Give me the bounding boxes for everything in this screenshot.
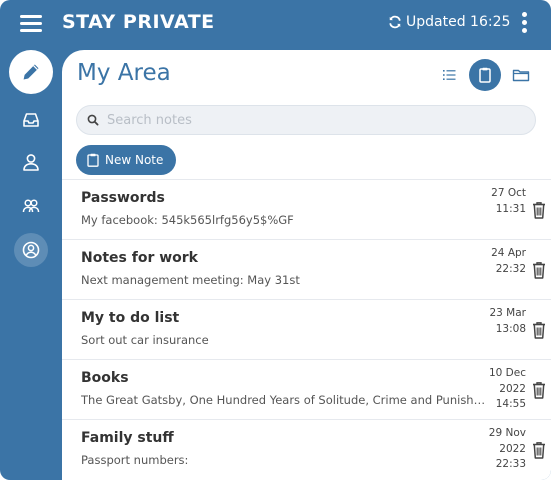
sidebar-item-profile[interactable] [14,145,48,179]
note-date: 23 Mar 13:08 [486,306,526,337]
note-date-line: 13:08 [495,322,526,335]
group-icon [22,199,40,213]
notes-view-button[interactable] [469,59,501,91]
note-date-line: 29 Nov [488,427,526,439]
new-note-button[interactable]: New Note [76,145,177,175]
note-item[interactable]: Books The Great Gatsby, One Hundred Year… [62,359,551,419]
note-date-line: 2022 [499,382,526,395]
top-bar: STAY PRIVATE Updated 16:25 [0,0,551,46]
sync-status[interactable]: Updated 16:25 [388,14,510,30]
trash-icon[interactable] [530,380,548,400]
list-view-button[interactable] [433,59,465,91]
note-date-line: 22:32 [495,262,526,275]
note-title: Books [81,370,129,386]
app-title: STAY PRIVATE [62,11,215,33]
trash-icon[interactable] [530,320,548,340]
note-date: 27 Oct 11:31 [486,186,526,217]
note-date-line: 14:55 [495,398,526,410]
clipboard-icon [87,153,99,167]
note-date-line: 27 Oct [491,187,526,199]
note-preview: The Great Gatsby, One Hundred Years of S… [81,393,486,407]
search-input[interactable] [107,112,507,128]
note-date: 10 Dec 2022 14:55 [486,366,526,413]
note-title: My to do list [81,310,180,326]
search-bar [76,105,536,135]
note-item[interactable]: My to do list Sort out car insurance 23 … [62,299,551,359]
trash-icon[interactable] [530,440,548,460]
note-date-line: 22:33 [495,458,526,470]
notes-list: Passwords My facebook: 545k565lrfg56y5$%… [62,179,551,479]
note-date-line: 2022 [499,442,526,455]
search-icon [87,114,99,126]
note-preview: Sort out car insurance [81,333,209,347]
note-title: Notes for work [81,250,198,266]
note-date: 29 Nov 2022 22:33 [486,426,526,473]
updated-time-text: Updated 16:25 [406,14,511,30]
hamburger-menu-icon[interactable] [20,14,42,32]
trash-icon[interactable] [530,200,548,220]
list-icon [443,70,456,80]
note-date: 24 Apr 22:32 [486,246,526,277]
note-item[interactable]: Passwords My facebook: 545k565lrfg56y5$%… [62,179,551,239]
folder-view-button[interactable] [505,59,537,91]
note-preview: Passport numbers: [81,453,189,467]
main-panel: My Area Search notes New Note Passwords … [62,50,551,480]
sidebar-item-notes[interactable] [9,50,53,94]
note-date-line: 11:31 [495,202,526,215]
more-options-icon[interactable] [522,12,528,34]
note-title: Passwords [81,190,165,206]
note-title: Family stuff [81,430,174,446]
sidebar-item-inbox[interactable] [14,103,48,137]
sidebar-item-contacts[interactable] [14,189,48,223]
note-date-line: 10 Dec [488,367,526,379]
trash-icon[interactable] [530,260,548,280]
refresh-icon [389,15,401,29]
note-item[interactable]: Notes for work Next management meeting: … [62,239,551,299]
note-date-line: 23 Mar [489,307,526,319]
note-item[interactable]: Family stuff Passport numbers: 29 Nov 20… [62,419,551,479]
app-window: STAY PRIVATE Updated 16:25 My Area Searc… [0,0,551,480]
sidebar [0,46,62,480]
page-title: My Area [77,60,171,86]
note-date-line: 24 Apr [491,247,526,259]
new-note-label: New Note [105,153,164,167]
sidebar-item-account[interactable] [14,233,48,267]
user-circle-icon [22,241,40,259]
folder-icon [512,69,530,82]
note-preview: Next management meeting: May 31st [81,273,300,287]
pencil-icon [23,64,39,80]
inbox-icon [23,113,39,127]
note-preview: My facebook: 545k565lrfg56y5$%GF [81,213,294,227]
user-icon [23,154,39,171]
clipboard-icon [479,67,491,83]
